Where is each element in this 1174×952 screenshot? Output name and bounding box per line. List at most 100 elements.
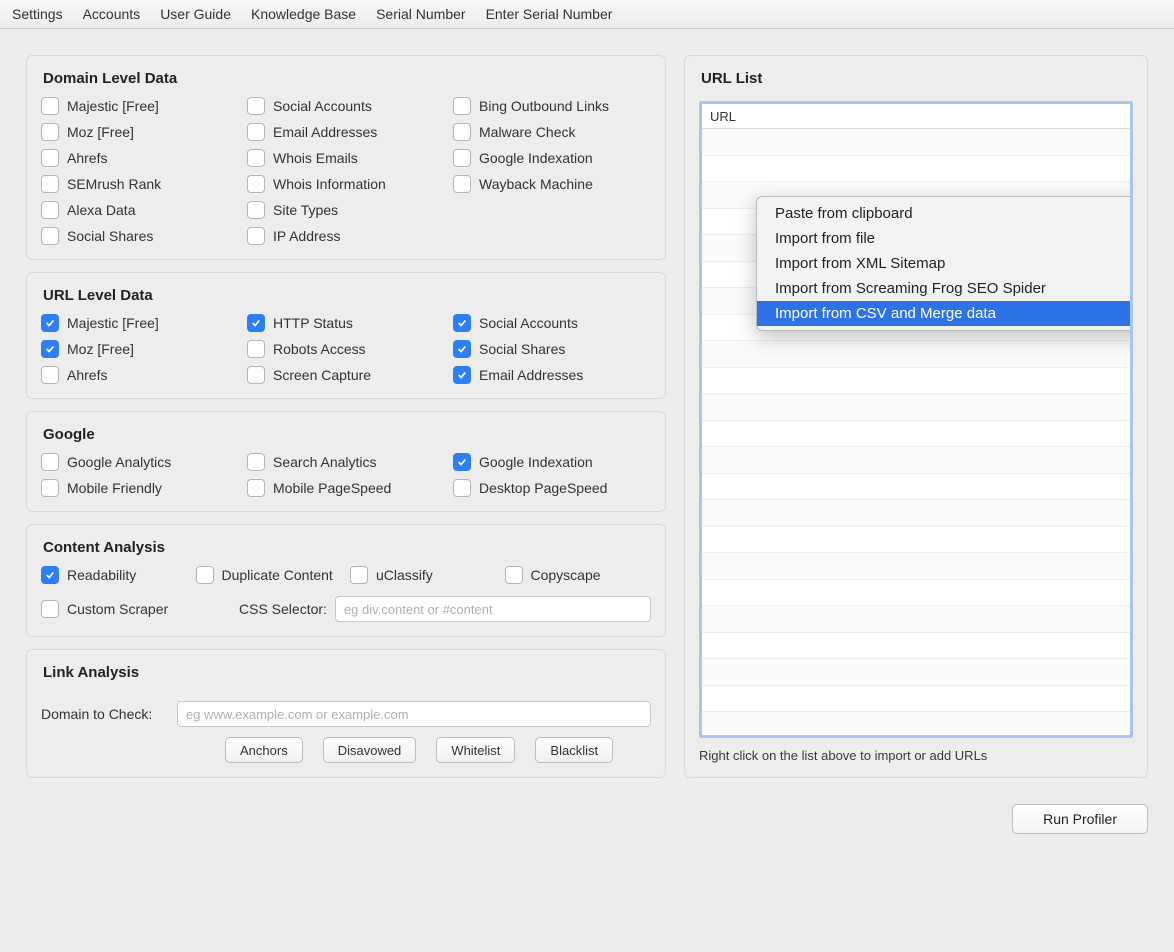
context-item[interactable]: Import from Screaming Frog SEO Spider — [757, 276, 1133, 301]
checkbox-ahrefs[interactable]: Ahrefs — [41, 366, 239, 384]
checkbox-box[interactable] — [41, 566, 59, 584]
checkbox-copyscape[interactable]: Copyscape — [505, 566, 652, 584]
checkbox-email-addresses[interactable]: Email Addresses — [247, 123, 445, 141]
checkbox-semrush-rank[interactable]: SEMrush Rank — [41, 175, 239, 193]
list-row[interactable] — [702, 659, 1130, 686]
blacklist-button[interactable]: Blacklist — [535, 737, 613, 763]
list-row[interactable] — [702, 527, 1130, 554]
checkbox-box[interactable] — [453, 123, 471, 141]
checkbox-box[interactable] — [41, 123, 59, 141]
menu-item[interactable]: Enter Serial Number — [480, 4, 619, 24]
list-row[interactable] — [702, 606, 1130, 633]
checkbox-box[interactable] — [453, 149, 471, 167]
checkbox-box[interactable] — [41, 453, 59, 471]
css-selector-input[interactable] — [335, 596, 651, 622]
checkbox-social-accounts[interactable]: Social Accounts — [453, 314, 651, 332]
checkbox-search-analytics[interactable]: Search Analytics — [247, 453, 445, 471]
checkbox-box[interactable] — [41, 479, 59, 497]
checkbox-social-shares[interactable]: Social Shares — [453, 340, 651, 358]
checkbox-box[interactable] — [247, 175, 265, 193]
checkbox-box[interactable] — [247, 314, 265, 332]
context-item[interactable]: Import from CSV and Merge data — [757, 301, 1133, 326]
anchors-button[interactable]: Anchors — [225, 737, 303, 763]
run-profiler-button[interactable]: Run Profiler — [1012, 804, 1148, 834]
checkbox-mobile-pagespeed[interactable]: Mobile PageSpeed — [247, 479, 445, 497]
checkbox-ip-address[interactable]: IP Address — [247, 227, 445, 245]
checkbox-box[interactable] — [41, 227, 59, 245]
list-row[interactable] — [702, 553, 1130, 580]
menu-item[interactable]: Serial Number — [370, 4, 471, 24]
list-row[interactable] — [702, 712, 1130, 738]
list-row[interactable] — [702, 633, 1130, 660]
url-list[interactable]: URL Paste from clipboardImport from file… — [699, 101, 1133, 738]
checkbox-box[interactable] — [247, 97, 265, 115]
checkbox-box[interactable] — [41, 149, 59, 167]
checkbox-readability[interactable]: Readability — [41, 566, 188, 584]
context-item[interactable]: Import from file — [757, 226, 1133, 251]
disavowed-button[interactable]: Disavowed — [323, 737, 417, 763]
checkbox-box[interactable] — [453, 340, 471, 358]
checkbox-social-accounts[interactable]: Social Accounts — [247, 97, 445, 115]
list-row[interactable] — [702, 500, 1130, 527]
checkbox-box[interactable] — [41, 175, 59, 193]
checkbox-box[interactable] — [247, 227, 265, 245]
checkbox-box[interactable] — [41, 340, 59, 358]
list-row[interactable] — [702, 156, 1130, 183]
context-item[interactable]: Paste from clipboard — [757, 201, 1133, 226]
domain-check-input[interactable] — [177, 701, 651, 727]
checkbox-robots-access[interactable]: Robots Access — [247, 340, 445, 358]
checkbox-box[interactable] — [453, 366, 471, 384]
checkbox-box[interactable] — [247, 340, 265, 358]
list-row[interactable] — [702, 341, 1130, 368]
checkbox-uclassify[interactable]: uClassify — [350, 566, 497, 584]
checkbox-box[interactable] — [247, 201, 265, 219]
checkbox-duplicate-content[interactable]: Duplicate Content — [196, 566, 343, 584]
context-item[interactable]: Import from XML Sitemap — [757, 251, 1133, 276]
checkbox-custom-scraper[interactable]: Custom Scraper — [41, 600, 231, 618]
menu-item[interactable]: User Guide — [154, 4, 237, 24]
checkbox-whois-emails[interactable]: Whois Emails — [247, 149, 445, 167]
checkbox-email-addresses[interactable]: Email Addresses — [453, 366, 651, 384]
checkbox-moz-free-[interactable]: Moz [Free] — [41, 123, 239, 141]
checkbox-box[interactable] — [453, 175, 471, 193]
checkbox-box[interactable] — [247, 123, 265, 141]
list-row[interactable] — [702, 129, 1130, 156]
checkbox-majestic-free-[interactable]: Majestic [Free] — [41, 314, 239, 332]
menu-item[interactable]: Accounts — [77, 4, 147, 24]
checkbox-box[interactable] — [453, 479, 471, 497]
checkbox-box[interactable] — [196, 566, 214, 584]
checkbox-mobile-friendly[interactable]: Mobile Friendly — [41, 479, 239, 497]
checkbox-box[interactable] — [41, 314, 59, 332]
checkbox-desktop-pagespeed[interactable]: Desktop PageSpeed — [453, 479, 651, 497]
checkbox-box[interactable] — [247, 149, 265, 167]
checkbox-ahrefs[interactable]: Ahrefs — [41, 149, 239, 167]
checkbox-moz-free-[interactable]: Moz [Free] — [41, 340, 239, 358]
checkbox-box[interactable] — [247, 366, 265, 384]
list-row[interactable] — [702, 580, 1130, 607]
checkbox-box[interactable] — [453, 453, 471, 471]
checkbox-http-status[interactable]: HTTP Status — [247, 314, 445, 332]
checkbox-wayback-machine[interactable]: Wayback Machine — [453, 175, 651, 193]
checkbox-alexa-data[interactable]: Alexa Data — [41, 201, 239, 219]
checkbox-box[interactable] — [41, 366, 59, 384]
menu-item[interactable]: Knowledge Base — [245, 4, 362, 24]
checkbox-box[interactable] — [247, 453, 265, 471]
checkbox-box[interactable] — [350, 566, 368, 584]
checkbox-box[interactable] — [41, 201, 59, 219]
checkbox-screen-capture[interactable]: Screen Capture — [247, 366, 445, 384]
checkbox-google-analytics[interactable]: Google Analytics — [41, 453, 239, 471]
checkbox-box[interactable] — [247, 479, 265, 497]
menu-item[interactable]: Settings — [6, 4, 69, 24]
checkbox-majestic-free-[interactable]: Majestic [Free] — [41, 97, 239, 115]
checkbox-site-types[interactable]: Site Types — [247, 201, 445, 219]
checkbox-box[interactable] — [41, 97, 59, 115]
list-row[interactable] — [702, 394, 1130, 421]
checkbox-whois-information[interactable]: Whois Information — [247, 175, 445, 193]
list-row[interactable] — [702, 368, 1130, 395]
whitelist-button[interactable]: Whitelist — [436, 737, 515, 763]
checkbox-malware-check[interactable]: Malware Check — [453, 123, 651, 141]
checkbox-google-indexation[interactable]: Google Indexation — [453, 453, 651, 471]
checkbox-google-indexation[interactable]: Google Indexation — [453, 149, 651, 167]
checkbox-bing-outbound-links[interactable]: Bing Outbound Links — [453, 97, 651, 115]
checkbox-box[interactable] — [453, 97, 471, 115]
